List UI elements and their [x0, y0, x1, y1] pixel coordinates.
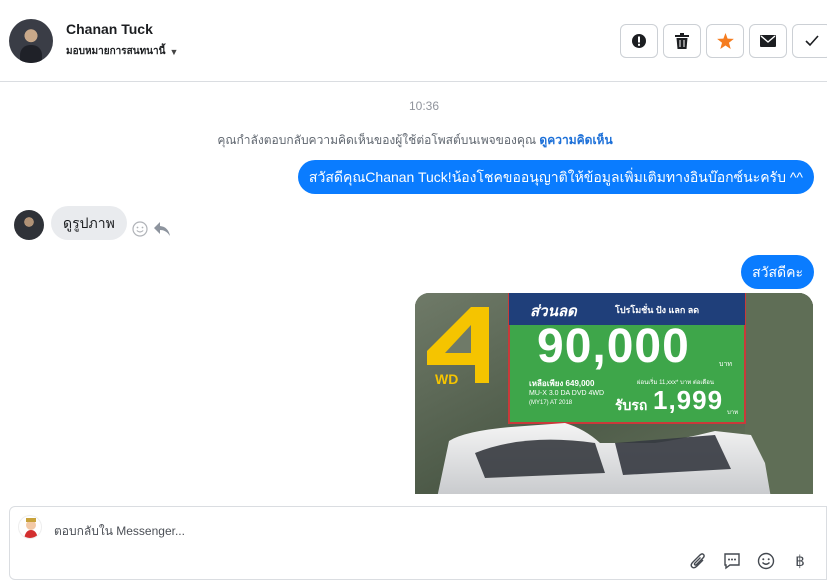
ad-pickup-label: รับรถ: [615, 397, 648, 413]
alert-icon: [632, 34, 646, 48]
ad-pickup-price: 1,999: [653, 385, 724, 415]
drive-badge-suffix: WD: [435, 371, 459, 387]
page-avatar: [18, 515, 42, 539]
spam-button[interactable]: [620, 24, 658, 58]
check-icon: [805, 35, 819, 47]
emoji-icon[interactable]: [756, 551, 776, 571]
mark-unread-button[interactable]: [749, 24, 787, 58]
ad-pickup-unit: บาท: [727, 410, 739, 416]
comment-context-notice: คุณกำลังตอบกลับความคิดเห็นของผู้ใช้ต่อโพ…: [0, 131, 827, 150]
message-actions: [132, 221, 170, 237]
ad-model-year: (MY17) AT 2018: [529, 400, 573, 406]
ad-discount: 90,000: [537, 320, 690, 373]
mark-done-button[interactable]: [792, 24, 827, 58]
image-attachment[interactable]: WD 4 ส่วนลด โปรโมชั่น ปัง แลก ลด 90,000 …: [415, 293, 813, 494]
outgoing-message[interactable]: สวัสดีคุณChanan Tuck!น้องโชคขออนุญาติให้…: [297, 160, 814, 194]
message-thread: 10:36 คุณกำลังตอบกลับความคิดเห็นของผู้ใช…: [0, 82, 827, 494]
contact-name[interactable]: Chanan Tuck: [66, 21, 153, 37]
incoming-message[interactable]: ดูรูปภาพ: [51, 206, 127, 240]
conversation-header: Chanan Tuck มอบหมายการสนทนานี้ ▼: [0, 0, 827, 82]
reply-composer: ตอบกลับใน Messenger... ฿: [9, 506, 827, 580]
contact-avatar[interactable]: [9, 19, 53, 63]
saved-replies-icon[interactable]: [722, 551, 742, 571]
ad-price-label: เหลือเพียง 649,000: [529, 379, 595, 388]
trash-icon: [675, 33, 689, 49]
attachment-icon[interactable]: [688, 551, 708, 571]
baht-payment-icon[interactable]: ฿: [790, 551, 810, 571]
message-timestamp: 10:36: [408, 99, 440, 113]
sender-avatar: [14, 210, 44, 240]
delete-button[interactable]: [663, 24, 701, 58]
composer-toolbar: ฿: [688, 551, 827, 571]
smiley-icon[interactable]: [132, 221, 148, 237]
assign-conversation-label: มอบหมายการสนทนานี้: [66, 46, 166, 57]
ad-discount-unit: บาท: [719, 361, 732, 368]
ad-promo-line: โปรโมชั่น ปัง แลก ลด: [615, 305, 700, 315]
ad-model: MU-X 3.0 DA DVD 4WD: [529, 390, 605, 397]
outgoing-message[interactable]: สวัสดีคะ: [741, 255, 814, 289]
envelope-icon: [760, 35, 776, 47]
star-icon: [716, 33, 734, 49]
reply-input[interactable]: ตอบกลับใน Messenger...: [54, 522, 185, 541]
caret-down-icon: ▼: [169, 46, 179, 57]
reply-icon[interactable]: [154, 222, 170, 236]
assign-conversation-dropdown[interactable]: มอบหมายการสนทนานี้ ▼: [66, 44, 178, 59]
star-button[interactable]: [706, 24, 744, 58]
view-comment-link[interactable]: ดูความคิดเห็น: [539, 133, 612, 147]
context-text: คุณกำลังตอบกลับความคิดเห็นของผู้ใช้ต่อโพ…: [217, 133, 537, 147]
